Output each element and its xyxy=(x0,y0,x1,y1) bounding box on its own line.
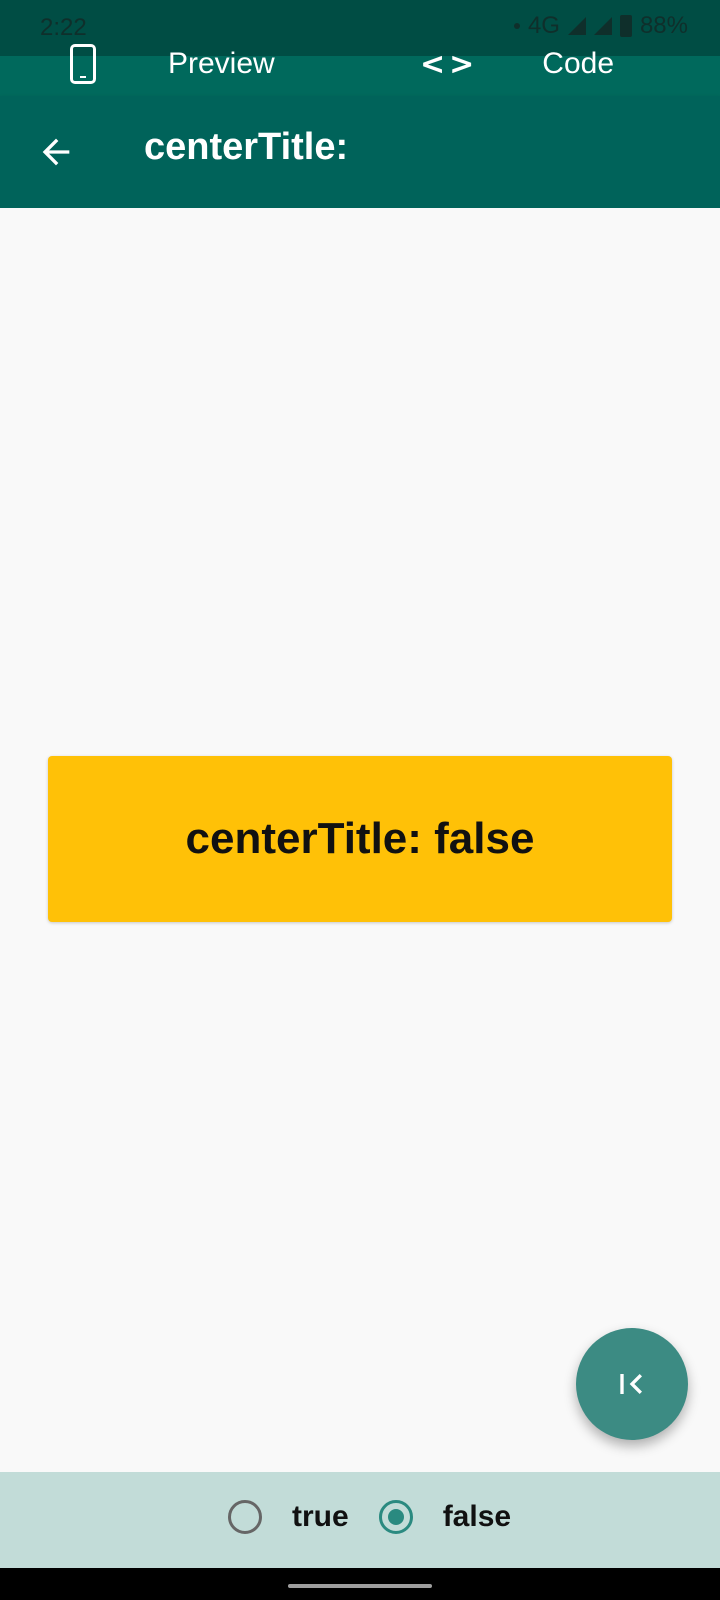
skip-to-start-button[interactable] xyxy=(576,1328,688,1440)
tab-code-label: Code xyxy=(542,47,614,80)
battery-icon xyxy=(619,15,632,37)
back-arrow-icon[interactable] xyxy=(36,132,76,172)
radio-true-label[interactable]: true xyxy=(292,1500,349,1534)
tab-preview[interactable]: Preview xyxy=(70,34,275,94)
tab-code[interactable]: <> Code xyxy=(420,34,614,94)
battery-level: 88% xyxy=(639,12,688,39)
page-title: centerTitle: xyxy=(144,126,349,168)
tab-preview-label: Preview xyxy=(168,47,275,80)
signal-icon-2 xyxy=(593,17,612,35)
skip-to-start-icon xyxy=(620,1374,642,1394)
home-indicator[interactable] xyxy=(288,1584,432,1588)
content-area: centerTitle: false xyxy=(0,208,720,1472)
signal-icon xyxy=(567,17,586,35)
system-nav-bar xyxy=(0,1568,720,1600)
radio-false-label[interactable]: false xyxy=(443,1500,511,1534)
center-title-options: true false xyxy=(228,1500,541,1534)
radio-false[interactable] xyxy=(378,1500,413,1534)
phone-icon xyxy=(70,44,96,84)
option-bar: true false xyxy=(0,1472,720,1568)
center-title-box: centerTitle: false xyxy=(48,756,672,922)
notification-dot-icon xyxy=(513,23,520,29)
code-brackets-icon: <> xyxy=(420,46,479,82)
app-bar: centerTitle: xyxy=(0,96,720,208)
radio-true[interactable] xyxy=(228,1500,262,1534)
center-title-text: centerTitle: false xyxy=(185,814,535,863)
